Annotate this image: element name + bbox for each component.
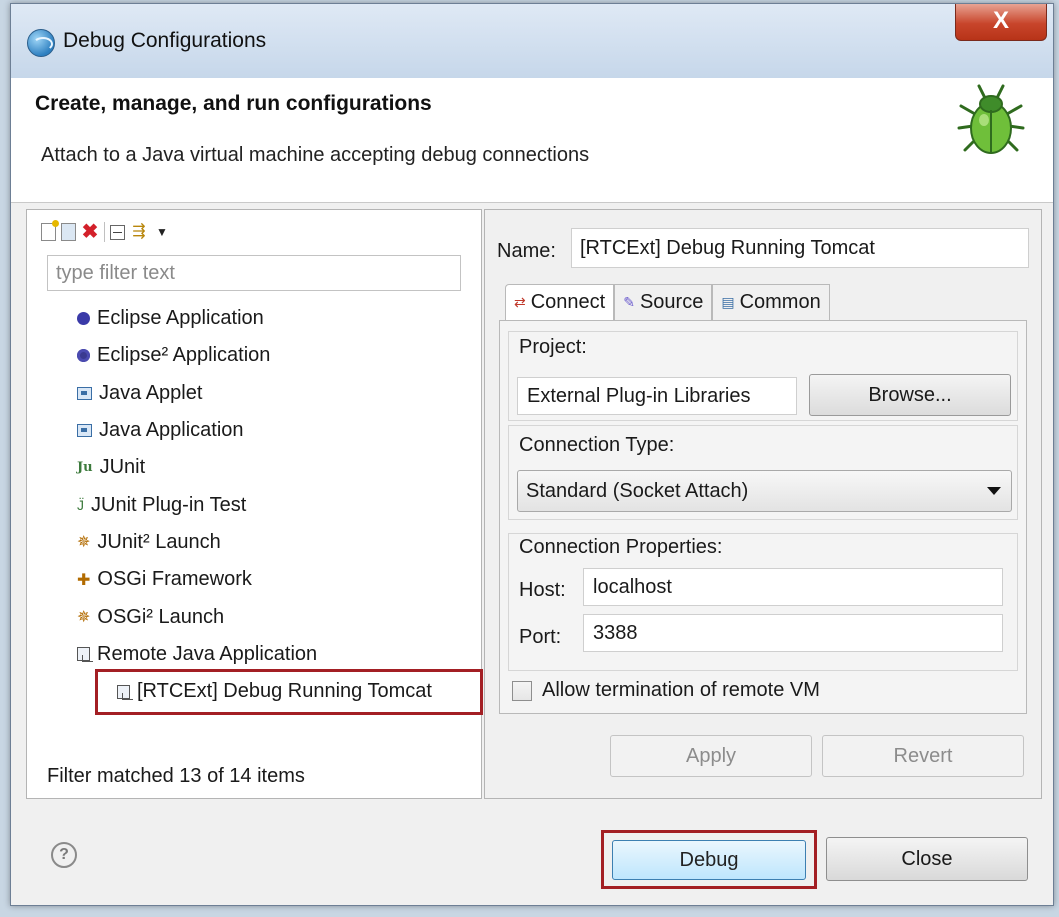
revert-button[interactable]: Revert bbox=[822, 735, 1024, 777]
filter-text-input[interactable] bbox=[47, 255, 461, 291]
duplicate-icon[interactable] bbox=[61, 223, 76, 241]
project-field[interactable]: External Plug-in Libraries bbox=[517, 377, 797, 415]
header-title: Create, manage, and run configurations bbox=[35, 92, 432, 115]
connection-type-group: Connection Type: Standard (Socket Attach… bbox=[508, 425, 1018, 520]
junit-icon: Ju bbox=[77, 460, 93, 476]
tree-item-label: JUnit² Launch bbox=[97, 530, 221, 553]
collapse-all-icon[interactable] bbox=[110, 224, 125, 240]
tree-item-label: Remote Java Application bbox=[97, 642, 318, 665]
tree-item-label: Java Application bbox=[99, 419, 244, 442]
eclipse2-icon bbox=[77, 349, 90, 363]
project-group: Project: External Plug-in Libraries Brow… bbox=[508, 331, 1018, 421]
java-applet-icon bbox=[77, 386, 92, 400]
debug-button[interactable]: Debug bbox=[612, 840, 806, 880]
connection-type-value: Standard (Socket Attach) bbox=[526, 479, 749, 502]
debug-configurations-dialog: Debug Configurations X Create, manage, a… bbox=[10, 3, 1054, 906]
connection-type-label: Connection Type: bbox=[519, 434, 675, 456]
osgi2-launch-icon: ✵ bbox=[77, 609, 91, 627]
delete-icon[interactable]: ✖ bbox=[81, 222, 99, 242]
toolbar-separator bbox=[104, 222, 105, 242]
tree-item-label: Java Applet bbox=[99, 381, 203, 404]
remote-java-icon bbox=[77, 647, 93, 663]
tab-label: Source bbox=[639, 291, 704, 313]
tab-connect[interactable]: ⇄ Connect bbox=[505, 284, 615, 320]
header-description: Attach to a Java virtual machine accepti… bbox=[41, 144, 590, 166]
osgi-icon: ✚ bbox=[77, 571, 91, 589]
allow-termination-label: Allow termination of remote VM bbox=[542, 679, 820, 701]
tree-item-label: OSGi Framework bbox=[97, 568, 252, 591]
tree-item-eclipse2-application[interactable]: Eclipse² Application bbox=[77, 337, 432, 374]
close-button[interactable]: Close bbox=[826, 837, 1028, 881]
debug-button-highlight: Debug bbox=[601, 830, 817, 889]
tab-source[interactable]: ✎ Source bbox=[614, 284, 713, 320]
configuration-details-panel: Name: ⇄ Connect ✎ Source ▤ Common Projec… bbox=[484, 209, 1042, 799]
tree-item-junit[interactable]: Ju JUnit bbox=[77, 449, 432, 486]
tree-item-eclipse-application[interactable]: Eclipse Application bbox=[77, 300, 432, 337]
connection-properties-label: Connection Properties: bbox=[519, 536, 723, 558]
configuration-tree-panel: ✖ ⇶ ▼ Eclipse Application Eclipse² Appli… bbox=[26, 209, 483, 799]
tree-item-java-applet[interactable]: Java Applet bbox=[77, 375, 432, 412]
tree-item-osgi-framework[interactable]: ✚ OSGi Framework bbox=[77, 561, 432, 598]
connect-tab-content: Project: External Plug-in Libraries Brow… bbox=[499, 320, 1027, 714]
tab-label: Common bbox=[739, 291, 821, 313]
remote-java-icon bbox=[117, 684, 133, 700]
window-title: Debug Configurations bbox=[63, 29, 267, 52]
tree-item-label: JUnit bbox=[99, 456, 146, 479]
tree-item-java-application[interactable]: Java Application bbox=[77, 412, 432, 449]
tree-item-rtcext-debug-running-tomcat[interactable]: [RTCExt] Debug Running Tomcat bbox=[77, 673, 432, 710]
tab-label: Connect bbox=[530, 291, 606, 313]
eclipse-icon bbox=[77, 312, 90, 326]
title-bar: Debug Configurations X bbox=[11, 4, 1053, 78]
tree-item-remote-java-application[interactable]: Remote Java Application bbox=[77, 636, 432, 673]
junit-plugin-icon: J̈ bbox=[77, 497, 84, 514]
connection-type-select[interactable]: Standard (Socket Attach) bbox=[517, 470, 1012, 512]
host-input[interactable]: localhost bbox=[583, 568, 1003, 606]
java-application-icon bbox=[77, 424, 92, 438]
source-icon: ✎ bbox=[623, 294, 635, 310]
port-input[interactable]: 3388 bbox=[583, 614, 1003, 652]
tree-item-junit-plugin-test[interactable]: J̈ JUnit Plug-in Test bbox=[77, 486, 432, 523]
configuration-name-input[interactable] bbox=[571, 228, 1029, 268]
debug-bug-icon bbox=[957, 84, 1025, 154]
tree-item-label: OSGi² Launch bbox=[97, 605, 225, 628]
host-label: Host: bbox=[519, 579, 566, 601]
tree-item-osgi2-launch[interactable]: ✵ OSGi² Launch bbox=[77, 598, 432, 635]
chevron-down-icon bbox=[987, 487, 1001, 495]
connect-icon: ⇄ bbox=[514, 294, 526, 310]
view-menu-chevron-down-icon[interactable]: ▼ bbox=[153, 223, 171, 241]
apply-button[interactable]: Apply bbox=[610, 735, 812, 777]
browse-button[interactable]: Browse... bbox=[809, 374, 1011, 416]
configuration-tree: Eclipse Application Eclipse² Application… bbox=[77, 300, 432, 710]
help-icon[interactable]: ? bbox=[51, 842, 77, 868]
junit2-launch-icon: ✵ bbox=[77, 534, 91, 552]
connection-properties-group: Connection Properties: Host: localhost P… bbox=[508, 533, 1018, 671]
tree-toolbar: ✖ ⇶ ▼ bbox=[41, 220, 171, 244]
project-label: Project: bbox=[519, 336, 587, 358]
name-label: Name: bbox=[497, 240, 556, 262]
config-tabs: ⇄ Connect ✎ Source ▤ Common bbox=[505, 284, 830, 320]
filter-status-text: Filter matched 13 of 14 items bbox=[47, 765, 305, 787]
filter-configurations-icon[interactable]: ⇶ bbox=[130, 223, 148, 241]
dialog-header: Create, manage, and run configurations A… bbox=[11, 78, 1053, 203]
common-icon: ▤ bbox=[721, 294, 735, 310]
new-configuration-icon[interactable] bbox=[41, 220, 59, 241]
allow-termination-checkbox[interactable] bbox=[512, 681, 532, 701]
tree-item-label: [RTCExt] Debug Running Tomcat bbox=[137, 680, 432, 703]
window-close-button[interactable]: X bbox=[955, 4, 1047, 41]
tree-item-label: JUnit Plug-in Test bbox=[91, 493, 247, 516]
tree-item-label: Eclipse Application bbox=[97, 307, 264, 330]
tree-item-label: Eclipse² Application bbox=[97, 344, 271, 367]
tab-common[interactable]: ▤ Common bbox=[712, 284, 830, 320]
port-label: Port: bbox=[519, 626, 562, 648]
tree-item-junit2-launch[interactable]: ✵ JUnit² Launch bbox=[77, 524, 432, 561]
eclipse-app-icon bbox=[27, 29, 55, 57]
